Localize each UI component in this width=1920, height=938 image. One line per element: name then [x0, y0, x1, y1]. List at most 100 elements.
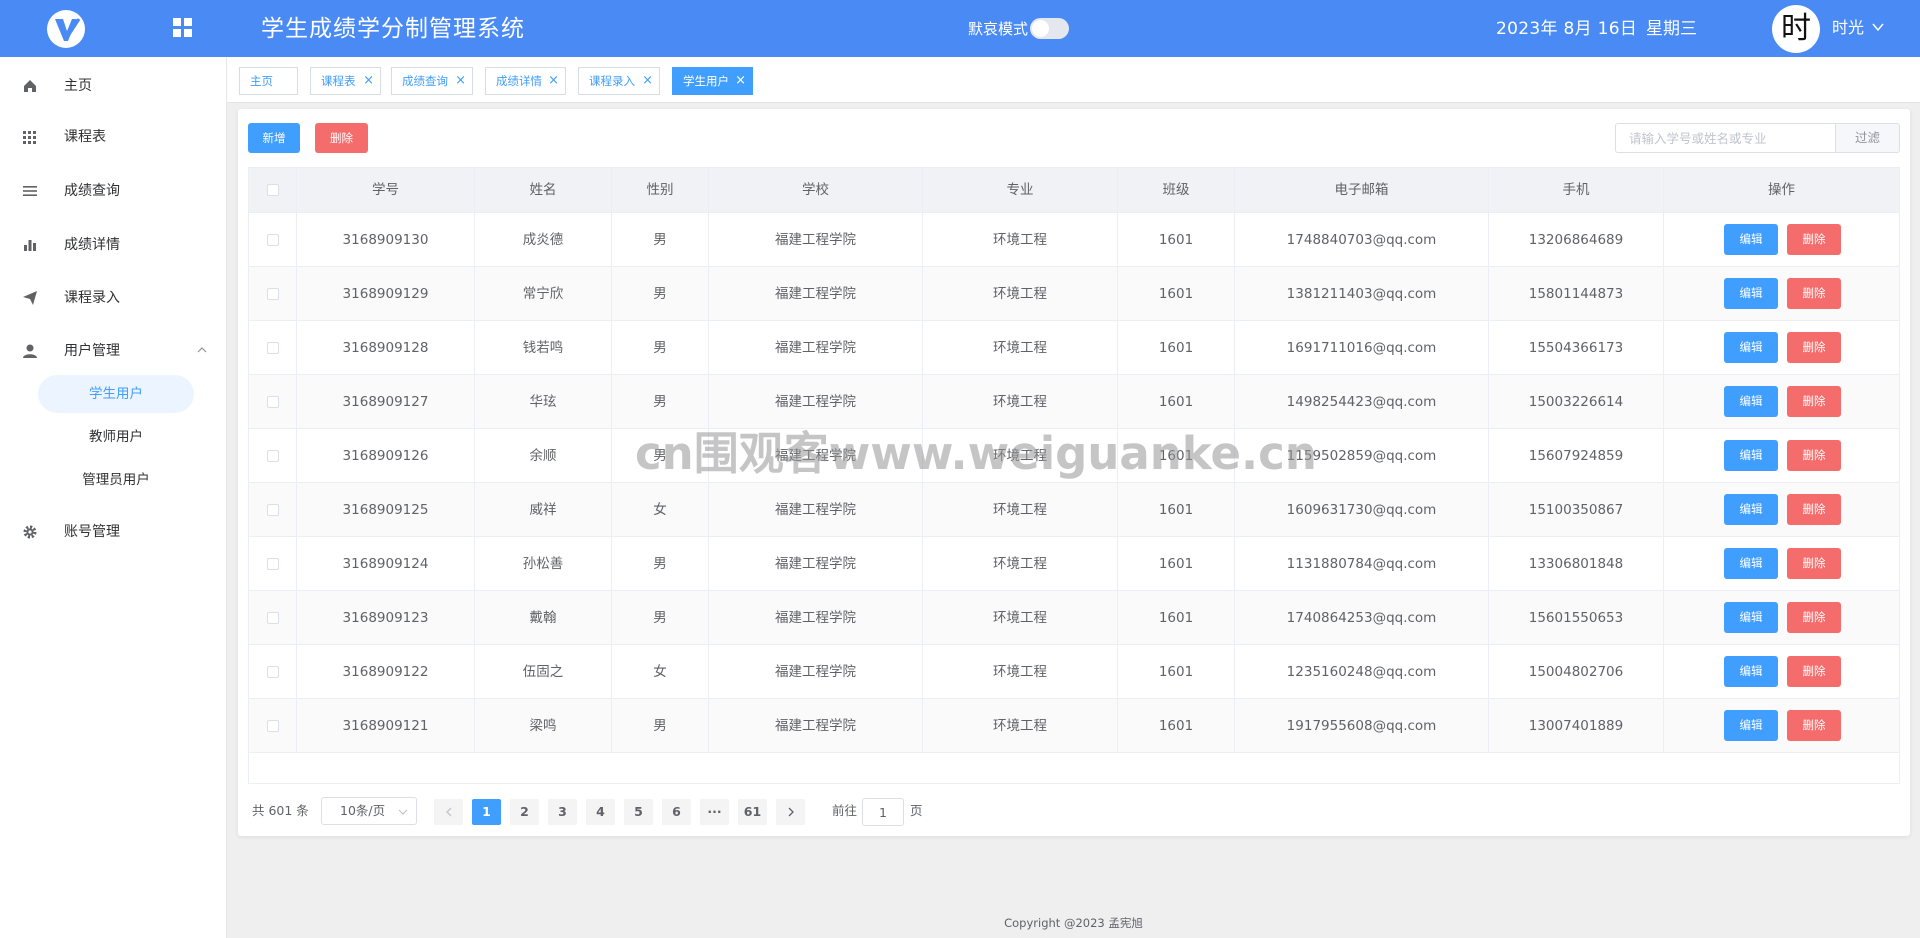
row-checkbox[interactable]	[267, 504, 279, 516]
cell-id: 3168909127	[297, 375, 475, 429]
page-size-select[interactable]: 10条/页	[321, 797, 417, 825]
row-checkbox[interactable]	[267, 612, 279, 624]
sidebar-item-home[interactable]: 主页	[0, 61, 227, 111]
column-header: 学号	[297, 168, 475, 213]
row-checkbox[interactable]	[267, 288, 279, 300]
prev-page-button[interactable]	[434, 799, 463, 825]
edit-button[interactable]: 编辑	[1724, 710, 1778, 741]
goto-page-input[interactable]	[862, 798, 904, 826]
cell-class: 1601	[1118, 267, 1235, 321]
tab-grade-details[interactable]: 成绩详情 ×	[485, 67, 566, 95]
filter-button[interactable]: 过滤	[1835, 123, 1900, 153]
cell-actions: 编辑 删除	[1664, 645, 1899, 699]
edit-button[interactable]: 编辑	[1724, 548, 1778, 579]
cell-school: 福建工程学院	[709, 645, 923, 699]
row-checkbox[interactable]	[267, 396, 279, 408]
delete-button[interactable]: 删除	[1787, 548, 1841, 579]
cell-major: 环境工程	[923, 483, 1118, 537]
delete-button[interactable]: 删除	[1787, 602, 1841, 633]
avatar[interactable]: 时	[1772, 5, 1820, 53]
row-select-cell	[249, 699, 297, 753]
user-name[interactable]: 时光	[1832, 17, 1864, 39]
delete-button[interactable]: 删除	[1787, 332, 1841, 363]
tab-course-entry[interactable]: 课程录入 ×	[578, 67, 660, 95]
page-button[interactable]: 3	[548, 799, 577, 825]
row-checkbox[interactable]	[267, 450, 279, 462]
grid-icon	[23, 131, 36, 144]
cell-phone: 15100350867	[1489, 483, 1664, 537]
toggle-knob	[1032, 20, 1049, 37]
delete-button[interactable]: 删除	[1787, 494, 1841, 525]
edit-button[interactable]: 编辑	[1724, 602, 1778, 633]
cell-major: 环境工程	[923, 645, 1118, 699]
sidebar-subitem-admin-users[interactable]: 管理员用户	[38, 461, 194, 499]
page-button[interactable]: 1	[472, 799, 501, 825]
sidebar-item-account-management[interactable]: 账号管理	[0, 507, 227, 557]
select-all-checkbox[interactable]	[267, 184, 279, 196]
sidebar-subitem-student-users[interactable]: 学生用户	[38, 375, 194, 413]
delete-button[interactable]: 删除	[1787, 440, 1841, 471]
table-row: 3168909124 孙松善男福建工程学院 环境工程 1601 1131880784@q…	[249, 537, 1899, 591]
close-icon[interactable]: ×	[363, 68, 374, 94]
tab-home[interactable]: 主页	[239, 67, 298, 95]
cell-email: 1740864253@qq.com	[1235, 591, 1489, 645]
edit-button[interactable]: 编辑	[1724, 332, 1778, 363]
edit-button[interactable]: 编辑	[1724, 656, 1778, 687]
cell-email: 1235160248@qq.com	[1235, 645, 1489, 699]
mourning-mode-toggle[interactable]	[1030, 18, 1069, 39]
cell-id: 3168909128	[297, 321, 475, 375]
row-checkbox[interactable]	[267, 342, 279, 354]
cell-major: 环境工程	[923, 375, 1118, 429]
edit-button[interactable]: 编辑	[1724, 386, 1778, 417]
row-checkbox[interactable]	[267, 666, 279, 678]
page-button[interactable]: 6	[662, 799, 691, 825]
cell-phone: 13206864689	[1489, 213, 1664, 267]
row-checkbox[interactable]	[267, 720, 279, 732]
page-button[interactable]: 4	[586, 799, 615, 825]
grid-icon[interactable]	[172, 17, 194, 39]
edit-button[interactable]: 编辑	[1724, 224, 1778, 255]
sidebar-subitem-label: 学生用户	[89, 386, 143, 402]
close-icon[interactable]: ×	[548, 68, 559, 94]
cell-school: 福建工程学院	[709, 375, 923, 429]
cell-email: 1609631730@qq.com	[1235, 483, 1489, 537]
table-row: 3168909130 成炎德男福建工程学院 环境工程 1601 1748840703@q…	[249, 213, 1899, 267]
delete-button[interactable]: 删除	[1787, 656, 1841, 687]
sidebar-item-grade-details[interactable]: 成绩详情	[0, 220, 227, 270]
delete-button[interactable]: 删除	[1787, 278, 1841, 309]
chevron-down-icon[interactable]	[1871, 20, 1885, 34]
page-button[interactable]: 2	[510, 799, 539, 825]
page-button[interactable]: 61	[738, 799, 767, 825]
sidebar-item-schedule[interactable]: 课程表	[0, 112, 227, 162]
add-button[interactable]: 新增	[248, 123, 300, 153]
cell-school: 福建工程学院	[709, 591, 923, 645]
close-icon[interactable]: ×	[455, 68, 466, 94]
edit-button[interactable]: 编辑	[1724, 440, 1778, 471]
tab-label: 学生用户	[683, 74, 729, 88]
close-icon[interactable]: ×	[735, 68, 746, 94]
tab-student-users[interactable]: 学生用户 ×	[672, 67, 753, 95]
app-title: 学生成绩学分制管理系统	[261, 16, 525, 42]
next-page-button[interactable]	[776, 799, 805, 825]
page-ellipsis[interactable]: ···	[700, 799, 729, 825]
cell-id: 3168909124	[297, 537, 475, 591]
page-button[interactable]: 5	[624, 799, 653, 825]
edit-button[interactable]: 编辑	[1724, 278, 1778, 309]
row-checkbox[interactable]	[267, 558, 279, 570]
tab-schedule[interactable]: 课程表 ×	[310, 67, 381, 95]
row-checkbox[interactable]	[267, 234, 279, 246]
sidebar-subitem-teacher-users[interactable]: 教师用户	[38, 418, 194, 456]
delete-button[interactable]: 删除	[1787, 386, 1841, 417]
sidebar-item-user-management[interactable]: 用户管理	[0, 326, 227, 376]
tab-grade-query[interactable]: 成绩查询 ×	[391, 67, 473, 95]
edit-button[interactable]: 编辑	[1724, 494, 1778, 525]
table-row: 3168909121 梁鸣男福建工程学院 环境工程 1601 1917955608@qq…	[249, 699, 1899, 753]
bulk-delete-button[interactable]: 删除	[315, 123, 368, 153]
delete-button[interactable]: 删除	[1787, 224, 1841, 255]
search-input[interactable]	[1615, 123, 1835, 153]
sidebar-item-course-entry[interactable]: 课程录入	[0, 273, 227, 323]
close-icon[interactable]: ×	[642, 68, 653, 94]
sidebar-item-grade-query[interactable]: 成绩查询	[0, 166, 227, 216]
v-logo-icon[interactable]	[46, 9, 86, 49]
delete-button[interactable]: 删除	[1787, 710, 1841, 741]
